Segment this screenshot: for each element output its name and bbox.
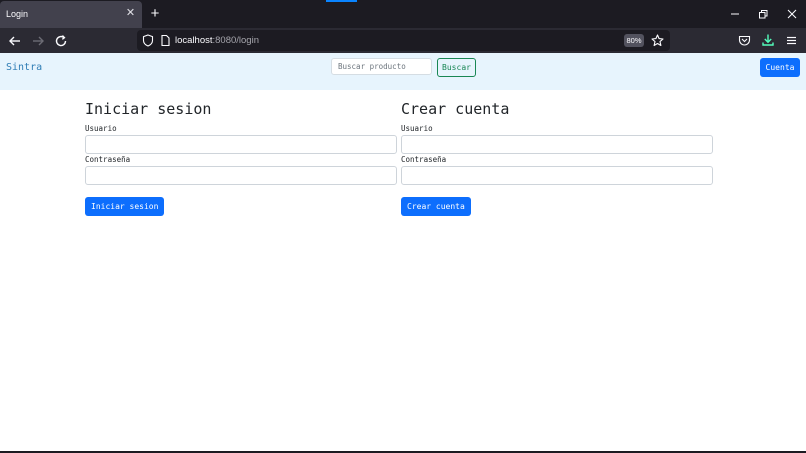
register-password-label: Contraseña bbox=[401, 155, 447, 164]
url-host: localhost bbox=[175, 35, 213, 46]
browser-tab-login[interactable]: Login ✕ bbox=[0, 1, 142, 28]
restore-window-icon[interactable] bbox=[756, 7, 770, 21]
reload-icon[interactable] bbox=[53, 33, 69, 49]
back-arrow-icon[interactable] bbox=[7, 33, 23, 49]
page-icon bbox=[161, 34, 170, 47]
login-password-label: Contraseña bbox=[85, 155, 131, 164]
register-submit-button[interactable]: Crear cuenta bbox=[401, 197, 471, 216]
register-title: Crear cuenta bbox=[401, 100, 510, 118]
downloads-icon[interactable] bbox=[761, 33, 775, 47]
browser-toolbar: localhost:8080/login 80% bbox=[0, 28, 806, 53]
pocket-icon[interactable] bbox=[738, 34, 751, 47]
site-navbar: Sintra Buscar Cuenta bbox=[0, 53, 806, 90]
login-username-input[interactable] bbox=[85, 135, 397, 154]
bookmark-star-icon[interactable] bbox=[651, 34, 664, 47]
login-submit-button[interactable]: Iniciar sesion bbox=[85, 197, 165, 216]
register-username-input[interactable] bbox=[401, 135, 713, 154]
brand-logo[interactable]: Sintra bbox=[6, 62, 42, 73]
url-text[interactable]: localhost:8080/login bbox=[175, 35, 259, 46]
search-input[interactable] bbox=[331, 58, 432, 75]
zoom-level-badge[interactable]: 80% bbox=[624, 34, 644, 47]
forward-arrow-icon[interactable] bbox=[30, 33, 46, 49]
close-window-icon[interactable] bbox=[785, 7, 799, 21]
login-username-label: Usuario bbox=[85, 124, 117, 133]
register-username-label: Usuario bbox=[401, 124, 433, 133]
address-bar[interactable]: localhost:8080/login 80% bbox=[137, 30, 670, 51]
tab-title: Login bbox=[6, 9, 29, 19]
login-title: Iniciar sesion bbox=[85, 100, 212, 118]
shield-icon[interactable] bbox=[142, 34, 154, 47]
tab-bar-accent bbox=[326, 0, 357, 2]
menu-hamburger-icon[interactable] bbox=[785, 34, 798, 47]
close-tab-icon[interactable]: ✕ bbox=[124, 7, 137, 20]
register-password-input[interactable] bbox=[401, 166, 713, 185]
search-button[interactable]: Buscar bbox=[437, 58, 476, 77]
browser-tab-bar: Login ✕ + bbox=[0, 0, 806, 28]
url-path: :8080/login bbox=[212, 35, 259, 46]
login-password-input[interactable] bbox=[85, 166, 397, 185]
minimize-window-icon[interactable] bbox=[728, 7, 742, 21]
new-tab-button[interactable]: + bbox=[147, 6, 163, 22]
account-button[interactable]: Cuenta bbox=[760, 58, 800, 77]
